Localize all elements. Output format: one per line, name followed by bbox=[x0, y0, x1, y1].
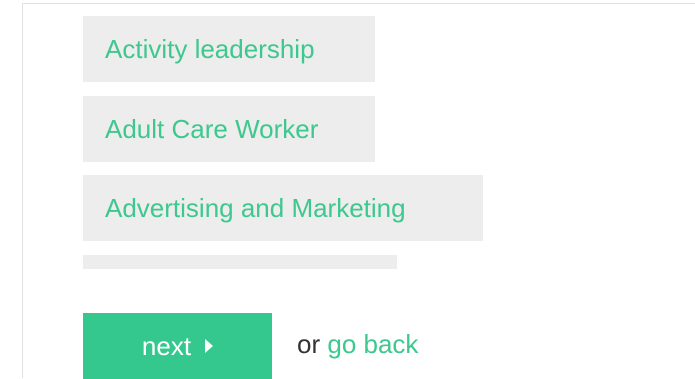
form-panel: Activity leadership Adult Care Worker Ad… bbox=[22, 3, 695, 379]
option-label: Activity leadership bbox=[105, 33, 315, 64]
go-back-link[interactable]: go back bbox=[327, 329, 418, 359]
next-button[interactable]: next bbox=[83, 313, 272, 379]
option-label: Advertising and Marketing bbox=[105, 192, 406, 223]
option-advertising-and-marketing[interactable]: Advertising and Marketing bbox=[83, 175, 483, 241]
option-activity-leadership[interactable]: Activity leadership bbox=[83, 16, 375, 82]
next-label: next bbox=[141, 330, 192, 361]
back-link-row: or go back bbox=[297, 329, 418, 360]
option-label: Adult Care Worker bbox=[105, 113, 319, 144]
option-partially-visible[interactable] bbox=[83, 255, 397, 269]
caret-right-icon bbox=[205, 339, 214, 353]
option-adult-care-worker[interactable]: Adult Care Worker bbox=[83, 96, 375, 162]
or-text: or bbox=[297, 329, 321, 359]
